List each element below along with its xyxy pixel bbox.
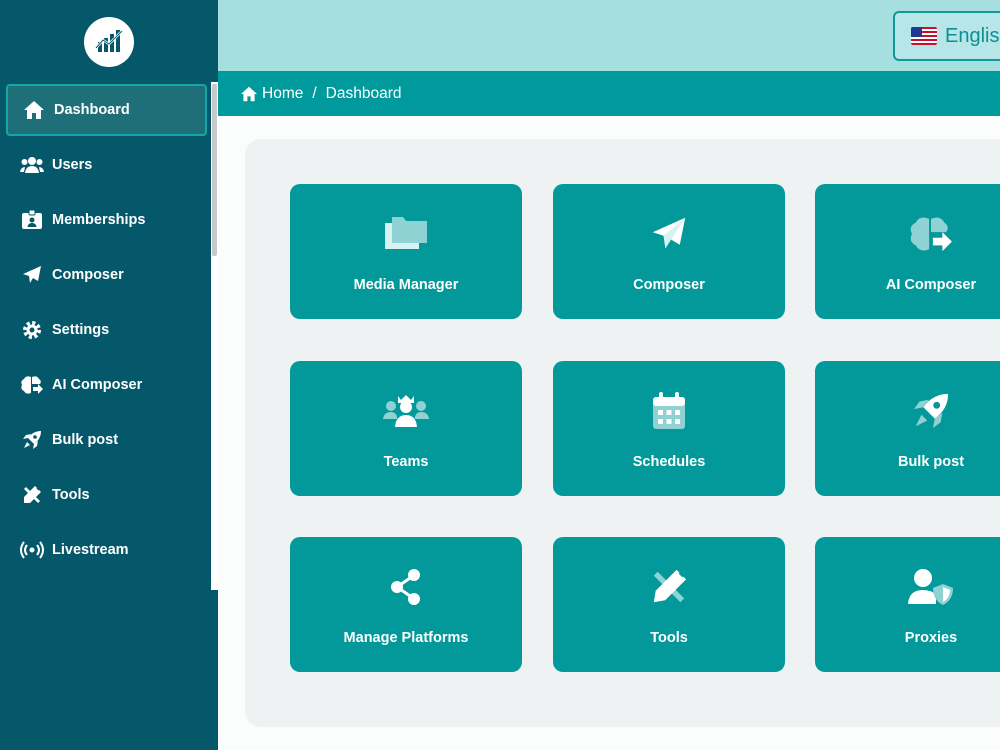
- tools-icon: [553, 565, 785, 609]
- sidebar-item-label: Settings: [52, 322, 110, 338]
- card-manage-platforms[interactable]: Manage Platforms: [290, 537, 522, 672]
- sidebar-item-label: Tools: [52, 487, 90, 503]
- card-tools[interactable]: Tools: [553, 537, 785, 672]
- broadcast-icon: [20, 538, 44, 562]
- card-schedules[interactable]: Schedules: [553, 361, 785, 496]
- us-flag-icon: [911, 27, 937, 45]
- card-label: Composer: [633, 277, 705, 293]
- brain-share-icon: [815, 212, 1000, 256]
- sidebar-item-dashboard[interactable]: Dashboard: [6, 84, 207, 136]
- card-label: Manage Platforms: [343, 630, 469, 646]
- sidebar-scrollbar-thumb[interactable]: [212, 84, 217, 256]
- language-label: English: [945, 24, 1000, 47]
- card-media-manager[interactable]: Media Manager: [290, 184, 522, 319]
- folders-icon: [290, 212, 522, 256]
- sidebar-item-bulk-post[interactable]: Bulk post: [6, 414, 207, 466]
- paper-plane-icon: [20, 263, 44, 287]
- card-label: Bulk post: [897, 454, 965, 470]
- breadcrumb-separator: /: [312, 84, 317, 102]
- card-label: Media Manager: [353, 277, 459, 293]
- card-label: Schedules: [632, 454, 706, 470]
- card-label: Teams: [383, 454, 429, 470]
- rocket-icon: [815, 389, 1000, 433]
- paper-plane-icon: [553, 212, 785, 256]
- breadcrumb: Home / Dashboard: [218, 71, 1000, 116]
- sidebar-item-livestream[interactable]: Livestream: [6, 524, 207, 576]
- tools-icon: [20, 483, 44, 507]
- language-selector-button[interactable]: English: [893, 11, 1000, 61]
- gear-icon: [20, 318, 44, 342]
- sidebar-item-label: Dashboard: [54, 102, 130, 118]
- card-teams[interactable]: Teams: [290, 361, 522, 496]
- chart-logo-icon[interactable]: [84, 17, 134, 67]
- card-proxies[interactable]: Proxies: [815, 537, 1000, 672]
- sidebar-item-ai-composer[interactable]: AI Composer: [6, 359, 207, 411]
- users-icon: [20, 153, 44, 177]
- card-label: AI Composer: [885, 277, 977, 293]
- breadcrumb-home-label: Home: [262, 84, 304, 102]
- sidebar-item-users[interactable]: Users: [6, 139, 207, 191]
- sidebar-item-label: Bulk post: [52, 432, 119, 448]
- card-composer[interactable]: Composer: [553, 184, 785, 319]
- sidebar-item-tools[interactable]: Tools: [6, 469, 207, 521]
- calendar-icon: [553, 389, 785, 433]
- card-bulk-post[interactable]: Bulk post: [815, 361, 1000, 496]
- card-label: Proxies: [904, 630, 958, 646]
- sidebar-item-label: Livestream: [52, 542, 129, 558]
- teams-icon: [290, 389, 522, 433]
- sidebar-item-settings[interactable]: Settings: [6, 304, 207, 356]
- share-nodes-icon: [290, 565, 522, 609]
- id-badge-icon: [20, 208, 44, 232]
- sidebar-item-label: Composer: [52, 267, 124, 283]
- user-shield-icon: [815, 565, 1000, 609]
- home-icon: [241, 86, 257, 101]
- breadcrumb-current: Dashboard: [325, 84, 402, 102]
- sidebar-item-composer[interactable]: Composer: [6, 249, 207, 301]
- sidebar-item-label: Memberships: [52, 212, 146, 228]
- top-bar: English: [218, 0, 1000, 71]
- brain-icon: [20, 373, 44, 397]
- card-label: Tools: [650, 630, 688, 646]
- card-ai-composer[interactable]: AI Composer: [815, 184, 1000, 319]
- sidebar-item-memberships[interactable]: Memberships: [6, 194, 207, 246]
- breadcrumb-home-link[interactable]: Home: [240, 85, 303, 103]
- rocket-icon: [20, 428, 44, 452]
- sidebar-item-label: AI Composer: [52, 377, 143, 393]
- home-icon: [22, 98, 46, 122]
- sidebar-item-label: Users: [52, 157, 93, 173]
